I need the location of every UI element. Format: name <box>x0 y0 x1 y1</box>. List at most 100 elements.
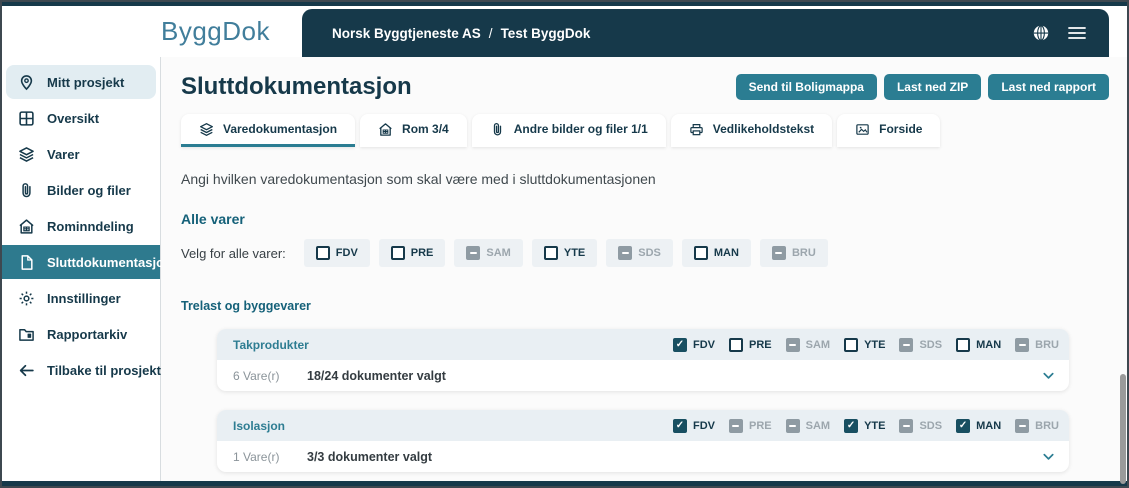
checkbox-label: SDS <box>638 247 661 259</box>
checkbox-box <box>772 246 786 260</box>
group-item-count: 1 Vare(r) <box>233 450 307 464</box>
checkbox-label: PRE <box>749 420 772 432</box>
breadcrumb-project[interactable]: Test ByggDok <box>501 26 591 41</box>
main-content: Sluttdokumentasjon Send til Boligmappa L… <box>161 57 1127 481</box>
sidebar-item-label: Oversikt <box>47 111 99 126</box>
last-ned-rapport-button[interactable]: Last ned rapport <box>988 74 1109 100</box>
tab-andre-bilder-og-filer[interactable]: Andre bilder og filer 1/1 <box>472 114 666 147</box>
tab-vedlikeholdstekst[interactable]: Vedlikeholdstekst <box>671 114 832 147</box>
checkbox-box <box>786 338 800 352</box>
globe-icon[interactable] <box>1031 23 1051 43</box>
checkbox-label: FDV <box>693 420 715 432</box>
tab-label: Andre bilder og filer 1/1 <box>514 122 648 136</box>
checkbox-box <box>844 419 858 433</box>
app-window: ByggDok Norsk Byggtjeneste AS / Test Byg… <box>0 0 1129 488</box>
sidebar-item-rominndeling[interactable]: Rominndeling <box>6 209 156 243</box>
tab-label: Varedokumentasjon <box>223 122 337 136</box>
paperclip-icon <box>490 122 505 137</box>
group-doc-type-checkboxes: FDV PRE SAM YTE SDS MAN BRU <box>673 338 1059 352</box>
tab-forside[interactable]: Forside <box>837 114 940 147</box>
sidebar-item-mitt-prosjekt[interactable]: Mitt prosjekt <box>6 65 156 99</box>
select-all-label: Velg for alle varer: <box>181 246 286 261</box>
tab-label: Forside <box>879 122 922 136</box>
tab-label: Rom 3/4 <box>402 122 449 136</box>
sidebar-item-bilder-og-filer[interactable]: Bilder og filer <box>6 173 156 207</box>
sidebar-item-sluttdokumentasjon[interactable]: Sluttdokumentasjon <box>2 245 160 279</box>
checkbox-takprodukter-yte[interactable]: YTE <box>844 338 885 352</box>
checkbox-box <box>899 338 913 352</box>
group-card-body: 1 Vare(r) 3/3 dokumenter valgt <box>217 441 1069 472</box>
checkbox-isolasjon-sam: SAM <box>786 419 830 433</box>
last-ned-zip-button[interactable]: Last ned ZIP <box>884 74 981 100</box>
breadcrumb: Norsk Byggtjeneste AS / Test ByggDok <box>332 26 590 41</box>
checkbox-isolasjon-fdv[interactable]: FDV <box>673 419 715 433</box>
checkbox-box <box>729 419 743 433</box>
tab-rom[interactable]: Rom 3/4 <box>360 114 467 147</box>
checkbox-takprodukter-man[interactable]: MAN <box>956 338 1001 352</box>
group-card-takprodukter: Takprodukter FDV PRE SAM YTE SDS MAN BRU… <box>217 329 1069 391</box>
group-docs-selected: 18/24 dokumenter valgt <box>307 369 446 383</box>
printer-icon <box>689 122 704 137</box>
image-icon <box>855 122 870 137</box>
checkbox-label: SAM <box>486 247 510 259</box>
checkbox-takprodukter-fdv[interactable]: FDV <box>673 338 715 352</box>
sidebar-item-label: Sluttdokumentasjon <box>47 255 172 270</box>
send-til-boligmappa-button[interactable]: Send til Boligmappa <box>736 74 877 100</box>
checkbox-label: FDV <box>693 339 715 351</box>
checkbox-box <box>316 246 330 260</box>
checkbox-isolasjon-bru: BRU <box>1015 419 1059 433</box>
checkbox-label: MAN <box>976 420 1001 432</box>
sidebar-item-varer[interactable]: Varer <box>6 137 156 171</box>
chevron-down-icon[interactable] <box>1041 368 1057 384</box>
checkbox-isolasjon-yte[interactable]: YTE <box>844 419 885 433</box>
sidebar-item-label: Varer <box>47 147 80 162</box>
house-icon <box>18 218 35 235</box>
sidebar-item-oversikt[interactable]: Oversikt <box>6 101 156 135</box>
group-name: Isolasjon <box>233 419 285 433</box>
sidebar-item-innstillinger[interactable]: Innstillinger <box>6 281 156 315</box>
app-logo: ByggDok <box>161 16 270 47</box>
folder-icon <box>18 326 35 343</box>
header-actions: Send til Boligmappa Last ned ZIP Last ne… <box>736 74 1109 100</box>
checkbox-all-pre[interactable]: PRE <box>379 239 446 267</box>
checkbox-label: PRE <box>411 247 434 259</box>
doc-type-chips: FDV PRE SAM YTE SDS MAN BRU <box>304 239 828 267</box>
location-pin-icon <box>18 74 35 91</box>
checkbox-box <box>673 419 687 433</box>
checkbox-box <box>786 419 800 433</box>
tab-varedokumentasjon[interactable]: Varedokumentasjon <box>181 114 355 147</box>
group-name: Takprodukter <box>233 338 309 352</box>
checkbox-box <box>673 338 687 352</box>
layers-icon <box>18 146 35 163</box>
group-docs-selected: 3/3 dokumenter valgt <box>307 450 432 464</box>
layers-icon <box>199 122 214 137</box>
sidebar-item-label: Mitt prosjekt <box>47 75 124 90</box>
grid-icon <box>18 110 35 127</box>
app-header: ByggDok Norsk Byggtjeneste AS / Test Byg… <box>2 6 1127 57</box>
chevron-down-icon[interactable] <box>1041 449 1057 465</box>
menu-icon[interactable] <box>1067 23 1087 43</box>
group-item-count: 6 Vare(r) <box>233 369 307 383</box>
checkbox-box <box>729 338 743 352</box>
checkbox-takprodukter-sam: SAM <box>786 338 830 352</box>
gear-icon <box>18 290 35 307</box>
sidebar-item-label: Rominndeling <box>47 219 134 234</box>
checkbox-box <box>956 338 970 352</box>
checkbox-isolasjon-man[interactable]: MAN <box>956 419 1001 433</box>
checkbox-box <box>844 338 858 352</box>
all-items-heading: Alle varer <box>181 211 1109 227</box>
checkbox-takprodukter-pre[interactable]: PRE <box>729 338 772 352</box>
breadcrumb-org[interactable]: Norsk Byggtjeneste AS <box>332 26 481 41</box>
checkbox-label: YTE <box>864 339 885 351</box>
checkbox-label: YTE <box>864 420 885 432</box>
sidebar-item-tilbake-til-prosjekter[interactable]: Tilbake til prosjekter <box>6 353 156 387</box>
sidebar-item-label: Innstillinger <box>47 291 121 306</box>
document-icon <box>18 254 35 271</box>
sidebar-item-rapportarkiv[interactable]: Rapportarkiv <box>6 317 156 351</box>
checkbox-box <box>544 246 558 260</box>
checkbox-all-fdv[interactable]: FDV <box>304 239 370 267</box>
group-card-header: Takprodukter FDV PRE SAM YTE SDS MAN BRU <box>217 329 1069 360</box>
checkbox-all-yte[interactable]: YTE <box>532 239 597 267</box>
scrollbar[interactable] <box>1120 374 1126 484</box>
checkbox-all-man[interactable]: MAN <box>682 239 751 267</box>
